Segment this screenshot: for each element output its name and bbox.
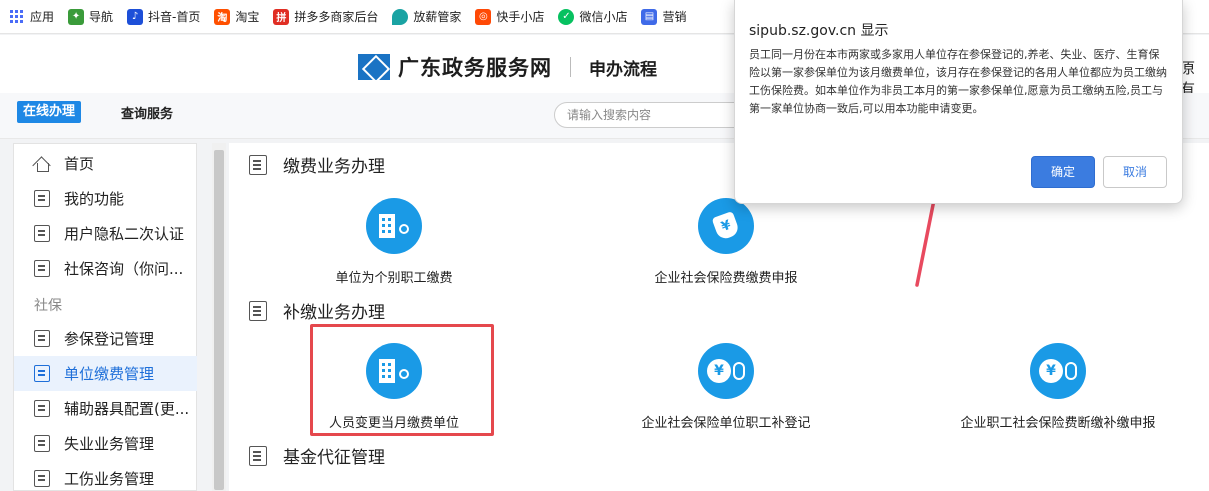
sidebar-item-my-functions[interactable]: 我的功能: [14, 181, 197, 216]
bookmark-marketing[interactable]: ▤ 营销: [641, 8, 686, 25]
service-label: 单位为个别职工缴费: [335, 271, 453, 286]
building-doc-icon: [34, 260, 50, 277]
bookmark-label: 淘宝: [235, 10, 260, 24]
sidebar-item-work-injury[interactable]: 工伤业务管理: [14, 461, 197, 491]
bookmark-label: 营销: [662, 10, 687, 24]
sidebar-section-social: 社保: [34, 298, 62, 314]
building-doc-icon: [34, 225, 50, 242]
site-name: 广东政务服务网: [398, 56, 552, 80]
guangdong-logo-icon: [358, 54, 390, 80]
yen-tag-icon: ¥: [698, 198, 754, 254]
bookmark-label: 放薪管家: [413, 10, 462, 24]
bookmark-kuaishou[interactable]: ◎ 快手小店: [475, 8, 544, 25]
home-icon: [34, 156, 50, 172]
search-input[interactable]: 请输入搜索内容: [554, 102, 754, 128]
ok-button[interactable]: 确定: [1031, 156, 1095, 188]
service-card[interactable]: ¥ 企业职工社会保险费断缴补缴申报: [928, 343, 1188, 431]
bookmark-label: 拼多多商家后台: [294, 10, 379, 24]
sidebar-item-label: 单位缴费管理: [64, 365, 155, 383]
bookmark-label: 应用: [30, 10, 55, 24]
marketing-icon: ▤: [641, 8, 658, 25]
section-title-text: 缴费业务办理: [283, 157, 385, 177]
yen-coin-bag-icon: ¥: [1030, 343, 1086, 399]
section-title-payment: 缴费业务办理: [249, 152, 385, 177]
section-title-text: 基金代征管理: [283, 448, 385, 468]
document-gear-icon: [249, 154, 267, 175]
tab-query-service[interactable]: 查询服务: [121, 103, 173, 122]
sidebar-item-label: 我的功能: [64, 190, 125, 208]
bookmark-label: 抖音-首页: [148, 10, 201, 24]
highlight-box: [310, 324, 494, 436]
pinduoduo-icon: 拼: [273, 8, 290, 25]
building-key-icon: [366, 198, 422, 254]
bookmark-wechat-shop[interactable]: ✓ 微信小店: [558, 8, 627, 25]
sidebar-item-insurance-registration[interactable]: 参保登记管理: [14, 321, 197, 356]
document-yen-icon: [34, 435, 50, 452]
document-list-icon: [34, 470, 50, 487]
sidebar-scrollbar-thumb[interactable]: [214, 150, 224, 490]
service-card[interactable]: ¥ 企业社会保险费缴费申报: [596, 198, 856, 286]
sidebar-item-label: 辅助器具配置(更...: [64, 400, 190, 418]
bookmark-label: 微信小店: [579, 10, 628, 24]
yen-coin-bag-icon: ¥: [698, 343, 754, 399]
sidebar-item-home[interactable]: 首页: [14, 146, 197, 181]
dialog-message: 员工同一月份在本市两家或多家用人单位存在参保登记的,养老、失业、医疗、生育保险以…: [749, 48, 1167, 115]
bookmark-fangxin[interactable]: 放薪管家: [392, 8, 461, 25]
bookmark-navigation[interactable]: ✦ 导航: [68, 8, 113, 25]
bookmark-douyin[interactable]: ♪ 抖音-首页: [127, 8, 200, 25]
document-yen-icon: [249, 445, 267, 466]
document-gear-icon: [34, 330, 50, 347]
bookmark-label: 快手小店: [496, 10, 545, 24]
sidebar-item-unemployment[interactable]: 失业业务管理: [14, 426, 197, 461]
alert-dialog: sipub.sz.gov.cn 显示 员工同一月份在本市两家或多家用人单位存在参…: [734, 0, 1183, 204]
document-gear-icon: [34, 400, 50, 417]
taobao-icon: 淘: [214, 8, 231, 25]
navigation-icon: ✦: [68, 8, 85, 25]
bookmark-apps[interactable]: 应用: [10, 8, 54, 25]
document-gear-icon: [249, 300, 267, 321]
sidebar-item-unit-payment[interactable]: 单位缴费管理: [14, 356, 197, 391]
document-pen-icon: [34, 365, 50, 382]
drop-icon: [392, 8, 409, 25]
apps-grid-icon: [10, 9, 24, 24]
sidebar-item-assistive-devices[interactable]: 辅助器具配置(更...: [14, 391, 197, 426]
service-label: 企业职工社会保险费断缴补缴申报: [960, 416, 1156, 431]
tab-online-service[interactable]: 在线办理: [17, 101, 82, 123]
dialog-title: sipub.sz.gov.cn 显示: [749, 23, 889, 39]
cancel-button[interactable]: 取消: [1103, 156, 1167, 188]
service-label: 企业社会保险单位职工补登记: [641, 416, 811, 431]
header-divider: [570, 57, 571, 77]
bookmark-taobao[interactable]: 淘 淘宝: [214, 8, 259, 25]
section-title-supplementary: 补缴业务办理: [249, 298, 385, 323]
sidebar-item-social-consult[interactable]: 社保咨询（你问...: [14, 251, 197, 286]
page-subtitle: 申办流程: [589, 59, 657, 80]
sidebar-item-label: 失业业务管理: [64, 435, 155, 453]
sidebar-item-label: 社保咨询（你问...: [64, 260, 184, 278]
sidebar: 首页 我的功能 用户隐私二次认证 社保咨询（你问... 社保 参保登记管理 单位…: [13, 143, 197, 491]
douyin-icon: ♪: [127, 8, 144, 25]
bookmark-label: 导航: [89, 10, 114, 24]
document-icon: [34, 190, 50, 207]
sidebar-item-privacy-auth[interactable]: 用户隐私二次认证: [14, 216, 197, 251]
wechat-icon: ✓: [558, 8, 575, 25]
sidebar-item-label: 首页: [64, 155, 95, 173]
section-title-text: 补缴业务办理: [283, 303, 385, 323]
service-card[interactable]: 单位为个别职工缴费: [264, 198, 524, 286]
kuaishou-icon: ◎: [475, 8, 492, 25]
section-title-fund-collection: 基金代征管理: [249, 443, 385, 468]
service-card[interactable]: ¥ 企业社会保险单位职工补登记: [596, 343, 856, 431]
sidebar-item-label: 参保登记管理: [64, 330, 155, 348]
sidebar-item-label: 工伤业务管理: [64, 470, 155, 488]
sidebar-item-label: 用户隐私二次认证: [64, 225, 185, 243]
bookmark-pinduoduo[interactable]: 拼 拼多多商家后台: [273, 8, 378, 25]
site-logo[interactable]: 广东政务服务网 申办流程: [358, 52, 657, 82]
service-label: 企业社会保险费缴费申报: [654, 271, 798, 286]
